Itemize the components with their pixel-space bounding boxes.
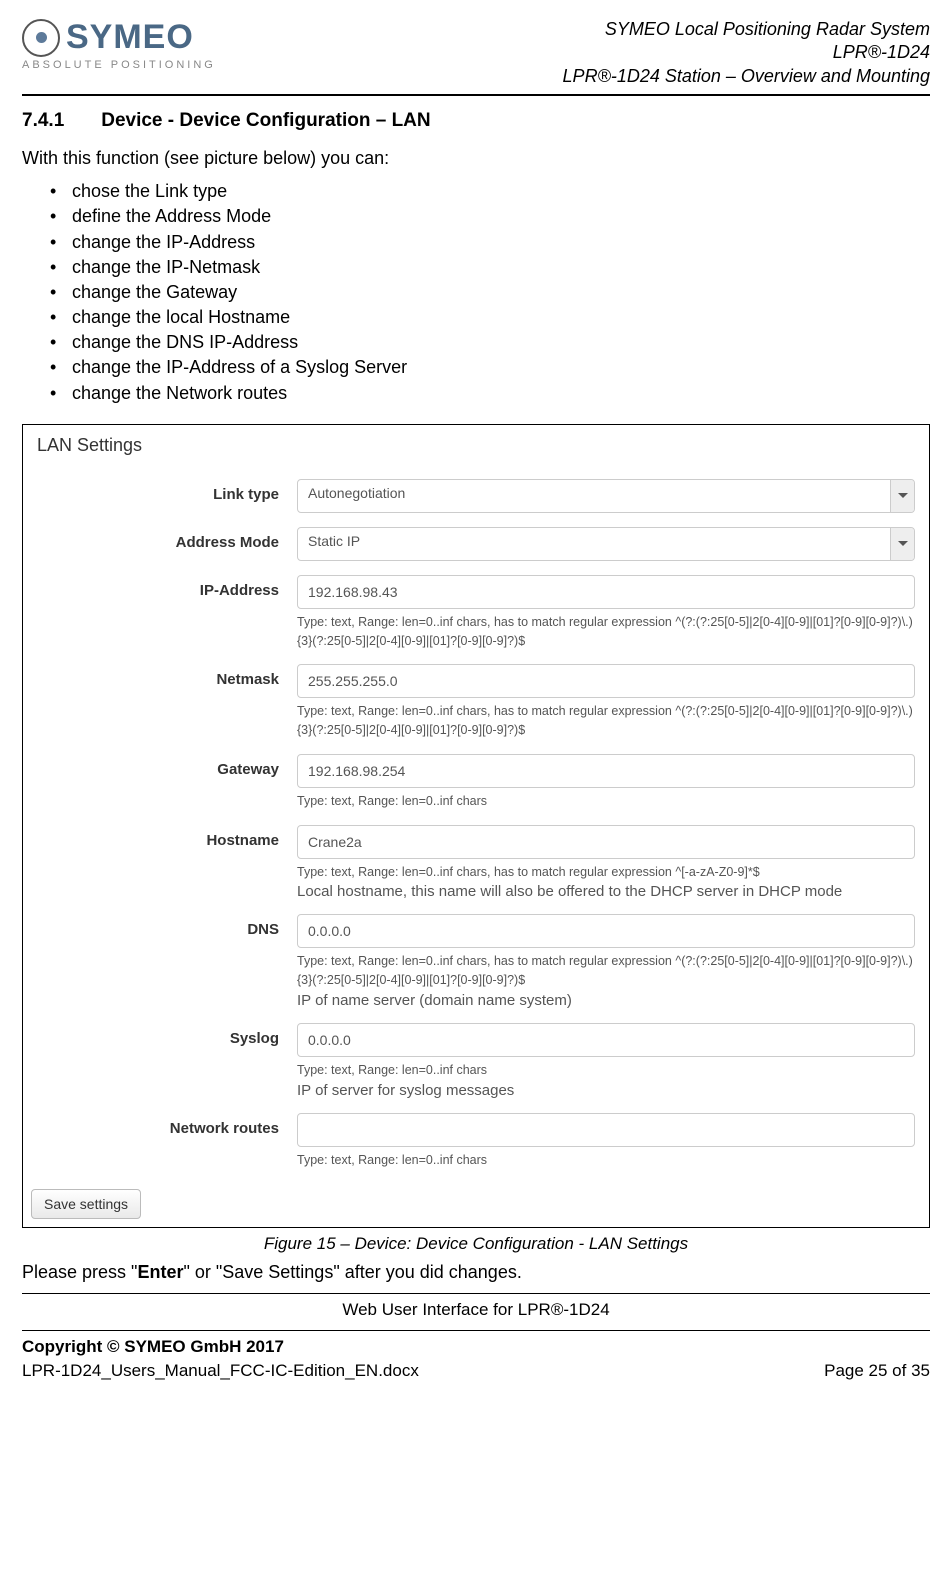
netmask-label: Netmask bbox=[37, 664, 297, 688]
ip-address-input[interactable] bbox=[297, 575, 915, 609]
footer-rule-1 bbox=[22, 1293, 930, 1294]
footer-center: Web User Interface for LPR®-1D24 bbox=[22, 1300, 930, 1320]
link-type-select[interactable]: Autonegotiation bbox=[297, 479, 915, 513]
figure-caption: Figure 15 – Device: Device Configuration… bbox=[22, 1234, 930, 1254]
ip-address-label: IP-Address bbox=[37, 575, 297, 599]
section-number: 7.4.1 bbox=[22, 110, 64, 131]
list-item: change the Gateway bbox=[50, 280, 930, 305]
dns-input[interactable] bbox=[297, 914, 915, 948]
hostname-input[interactable] bbox=[297, 825, 915, 859]
link-type-value: Autonegotiation bbox=[297, 479, 915, 513]
list-item: change the DNS IP-Address bbox=[50, 330, 930, 355]
list-item: define the Address Mode bbox=[50, 204, 930, 229]
list-item: chose the Link type bbox=[50, 179, 930, 204]
lan-settings-panel: LAN Settings Link type Autonegotiation A… bbox=[22, 424, 930, 1229]
hostname-hint: Type: text, Range: len=0..inf chars, has… bbox=[297, 863, 915, 882]
section-heading: 7.4.1 Device - Device Configuration – LA… bbox=[22, 110, 930, 132]
section-title: Device - Device Configuration – LAN bbox=[101, 110, 430, 131]
list-item: change the IP-Address bbox=[50, 230, 930, 255]
syslog-hint: Type: text, Range: len=0..inf chars bbox=[297, 1061, 915, 1080]
list-item: change the Network routes bbox=[50, 381, 930, 406]
address-mode-value: Static IP bbox=[297, 527, 915, 561]
hostname-label: Hostname bbox=[37, 825, 297, 849]
header-line3: LPR®-1D24 Station – Overview and Mountin… bbox=[563, 65, 930, 88]
logo-sphere-icon bbox=[22, 19, 60, 57]
link-type-label: Link type bbox=[37, 479, 297, 503]
header-right: SYMEO Local Positioning Radar System LPR… bbox=[563, 18, 930, 88]
syslog-label: Syslog bbox=[37, 1023, 297, 1047]
ip-address-hint: Type: text, Range: len=0..inf chars, has… bbox=[297, 613, 915, 651]
logo: SYMEO ABSOLUTE POSITIONING bbox=[22, 18, 216, 71]
footer-page: Page 25 of 35 bbox=[824, 1361, 930, 1381]
dns-desc: IP of name server (domain name system) bbox=[297, 992, 915, 1009]
address-mode-select[interactable]: Static IP bbox=[297, 527, 915, 561]
footer-filename: LPR-1D24_Users_Manual_FCC-IC-Edition_EN.… bbox=[22, 1361, 419, 1381]
list-item: change the local Hostname bbox=[50, 305, 930, 330]
intro-text: With this function (see picture below) y… bbox=[22, 148, 930, 169]
footer-row: LPR-1D24_Users_Manual_FCC-IC-Edition_EN.… bbox=[22, 1361, 930, 1381]
dns-hint: Type: text, Range: len=0..inf chars, has… bbox=[297, 952, 915, 990]
footer-copyright: Copyright © SYMEO GmbH 2017 bbox=[22, 1337, 930, 1357]
panel-title: LAN Settings bbox=[23, 425, 929, 473]
network-routes-label: Network routes bbox=[37, 1113, 297, 1137]
list-item: change the IP-Address of a Syslog Server bbox=[50, 355, 930, 380]
gateway-label: Gateway bbox=[37, 754, 297, 778]
network-routes-hint: Type: text, Range: len=0..inf chars bbox=[297, 1151, 915, 1170]
gateway-input[interactable] bbox=[297, 754, 915, 788]
logo-subtitle: ABSOLUTE POSITIONING bbox=[22, 59, 216, 71]
address-mode-label: Address Mode bbox=[37, 527, 297, 551]
footer-rule-2 bbox=[22, 1330, 930, 1331]
syslog-desc: IP of server for syslog messages bbox=[297, 1082, 915, 1099]
netmask-hint: Type: text, Range: len=0..inf chars, has… bbox=[297, 702, 915, 740]
hostname-desc: Local hostname, this name will also be o… bbox=[297, 883, 915, 900]
page-header: SYMEO ABSOLUTE POSITIONING SYMEO Local P… bbox=[22, 18, 930, 88]
header-line1: SYMEO Local Positioning Radar System bbox=[563, 18, 930, 41]
logo-text: SYMEO bbox=[66, 18, 194, 57]
after-figure-text: Please press "Enter" or "Save Settings" … bbox=[22, 1262, 930, 1283]
netmask-input[interactable] bbox=[297, 664, 915, 698]
bullet-list: chose the Link type define the Address M… bbox=[22, 179, 930, 406]
network-routes-input[interactable] bbox=[297, 1113, 915, 1147]
dns-label: DNS bbox=[37, 914, 297, 938]
list-item: change the IP-Netmask bbox=[50, 255, 930, 280]
header-rule bbox=[22, 94, 930, 96]
syslog-input[interactable] bbox=[297, 1023, 915, 1057]
gateway-hint: Type: text, Range: len=0..inf chars bbox=[297, 792, 915, 811]
chevron-down-icon bbox=[890, 480, 914, 512]
save-settings-button[interactable]: Save settings bbox=[31, 1189, 141, 1219]
header-line2: LPR®-1D24 bbox=[563, 41, 930, 64]
chevron-down-icon bbox=[890, 528, 914, 560]
